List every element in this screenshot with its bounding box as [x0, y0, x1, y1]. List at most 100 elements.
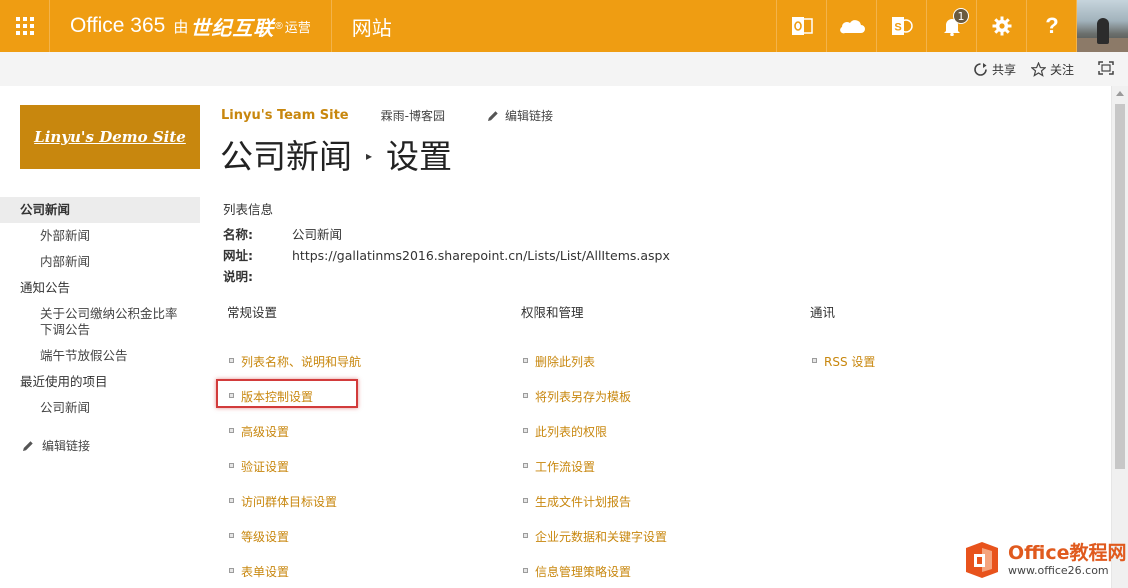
suite-right-buttons: S 1 ?	[776, 0, 1128, 52]
list-item[interactable]: 列表名称、说明和导航	[222, 353, 361, 388]
nav-item-recent-company-news[interactable]: 公司新闻	[0, 395, 200, 421]
list-url-row: 网址: https://gallatinms2016.sharepoint.cn…	[223, 245, 670, 266]
scroll-thumb[interactable]	[1115, 104, 1125, 469]
onedrive-button[interactable]	[826, 0, 876, 52]
page-title: 公司新闻 ▸ 设置	[220, 130, 452, 178]
site-logo[interactable]: Linyu's Demo Site	[20, 105, 200, 169]
list-url-value: https://gallatinms2016.sharepoint.cn/Lis…	[292, 248, 670, 263]
watermark-title: Office教程网	[1008, 542, 1127, 564]
list-url-label: 网址:	[223, 248, 253, 263]
quick-launch-nav: 公司新闻 外部新闻 内部新闻 通知公告 关于公司缴纳公积金比率下调公告 端午节放…	[0, 197, 200, 421]
bullet-icon	[229, 568, 234, 573]
nav-item-housing-fund-notice[interactable]: 关于公司缴纳公积金比率下调公告	[0, 301, 200, 343]
list-description-row: 说明:	[223, 266, 670, 287]
page-title-settings: 设置	[386, 137, 453, 176]
list-title-link[interactable]: 公司新闻	[220, 130, 352, 178]
list-item[interactable]: 访问群体目标设置	[222, 493, 361, 528]
list-item[interactable]: 信息管理策略设置	[516, 563, 667, 588]
breadcrumb-arrow-icon: ▸	[366, 149, 373, 163]
bullet-icon	[523, 533, 528, 538]
topnav-edit-links-button[interactable]: 编辑链接	[487, 107, 553, 124]
settings-button[interactable]	[976, 0, 1026, 52]
general-settings-list: 列表名称、说明和导航 版本控制设置 高级设置 验证设置 访问群体目标设置 等级设…	[222, 353, 361, 588]
share-button[interactable]: 共享	[973, 61, 1016, 78]
nav-item-external-news[interactable]: 外部新闻	[0, 223, 200, 249]
notification-count-badge: 1	[953, 8, 969, 24]
bullet-icon	[812, 358, 817, 363]
list-item[interactable]: 删除此列表	[516, 353, 667, 388]
brand-operator: 世纪互联	[190, 17, 275, 40]
app-launcher-button[interactable]	[0, 0, 50, 52]
notifications-button[interactable]: 1	[926, 0, 976, 52]
share-label: 共享	[992, 63, 1017, 77]
general-settings-section: 常规设置 列表名称、说明和导航 版本控制设置 高级设置 验证设置 访问群体目标设…	[222, 302, 361, 588]
nav-item-dragon-boat-holiday[interactable]: 端午节放假公告	[0, 343, 200, 369]
brand-by: 由	[173, 18, 189, 36]
permissions-list: 删除此列表 将列表另存为模板 此列表的权限 工作流设置 生成文件计划报告 企业元…	[516, 353, 667, 588]
waffle-icon	[15, 17, 34, 35]
svg-text:S: S	[894, 22, 901, 34]
list-item[interactable]: 企业元数据和关键字设置	[516, 528, 667, 563]
pencil-icon	[23, 440, 33, 451]
office365-brand[interactable]: Office 365 由 世纪互联 ® 运营	[50, 0, 332, 52]
brand-operated: 运营	[284, 19, 311, 35]
list-item[interactable]: 生成文件计划报告	[516, 493, 667, 528]
list-information: 列表信息 名称: 公司新闻 网址: https://gallatinms2016…	[223, 199, 670, 287]
pencil-icon	[487, 110, 498, 121]
list-item[interactable]: 表单设置	[222, 563, 361, 588]
bullet-icon	[523, 498, 528, 503]
list-item[interactable]: 高级设置	[222, 423, 361, 458]
share-icon	[974, 63, 987, 76]
star-icon	[1031, 62, 1046, 77]
topnav-team-site-link[interactable]: Linyu's Team Site	[221, 108, 349, 123]
list-item[interactable]: 将列表另存为模板	[516, 388, 667, 423]
sharepoint-icon: S	[891, 17, 913, 35]
watermark: Office教程网 www.office26.com	[962, 540, 1127, 580]
list-item[interactable]: 此列表的权限	[516, 423, 667, 458]
bullet-icon	[229, 428, 234, 433]
permissions-section: 权限和管理 删除此列表 将列表另存为模板 此列表的权限 工作流设置 生成文件计划…	[516, 302, 667, 588]
help-icon: ?	[1045, 15, 1058, 37]
bullet-icon	[229, 533, 234, 538]
leftnav-edit-links-button[interactable]: 编辑链接	[22, 437, 90, 454]
list-name-value: 公司新闻	[292, 227, 343, 242]
communications-list: RSS 设置	[805, 353, 875, 388]
bullet-icon	[523, 428, 528, 433]
gear-icon	[992, 16, 1011, 36]
topnav-edit-links-label: 编辑链接	[504, 109, 553, 123]
outlook-icon	[791, 17, 813, 35]
app-name[interactable]: 网站	[332, 0, 412, 52]
trademark-icon: ®	[275, 20, 283, 32]
page-scrollbar[interactable]	[1111, 86, 1128, 588]
fullscreen-icon	[1098, 61, 1114, 75]
topnav-blog-link[interactable]: 霖雨-博客园	[381, 107, 445, 124]
onedrive-icon	[839, 20, 865, 34]
focus-mode-button[interactable]	[1098, 61, 1118, 75]
list-item[interactable]: 验证设置	[222, 458, 361, 493]
bullet-icon	[229, 358, 234, 363]
permissions-heading: 权限和管理	[521, 305, 584, 320]
user-avatar[interactable]	[1076, 0, 1128, 52]
sharepoint-button[interactable]: S	[876, 0, 926, 52]
list-item[interactable]: 版本控制设置	[222, 388, 361, 423]
top-navigation: Linyu's Team Site 霖雨-博客园 编辑链接	[221, 107, 553, 124]
list-item[interactable]: 工作流设置	[516, 458, 667, 493]
nav-item-company-news[interactable]: 公司新闻	[0, 197, 200, 223]
follow-button[interactable]: 关注	[1031, 61, 1074, 78]
list-item[interactable]: 等级设置	[222, 528, 361, 563]
outlook-button[interactable]	[776, 0, 826, 52]
nav-item-recent[interactable]: 最近使用的项目	[0, 369, 200, 395]
follow-label: 关注	[1050, 63, 1075, 77]
bullet-icon	[523, 463, 528, 468]
scroll-up-arrow-icon[interactable]	[1116, 91, 1124, 96]
list-name-row: 名称: 公司新闻	[223, 224, 670, 245]
communications-heading: 通讯	[810, 305, 836, 320]
bullet-icon	[523, 393, 528, 398]
nav-item-announcements[interactable]: 通知公告	[0, 275, 200, 301]
watermark-url: www.office26.com	[1008, 564, 1109, 577]
nav-item-internal-news[interactable]: 内部新闻	[0, 249, 200, 275]
list-info-header: 列表信息	[223, 202, 274, 217]
bullet-icon	[523, 568, 528, 573]
list-item[interactable]: RSS 设置	[805, 353, 875, 388]
help-button[interactable]: ?	[1026, 0, 1076, 52]
